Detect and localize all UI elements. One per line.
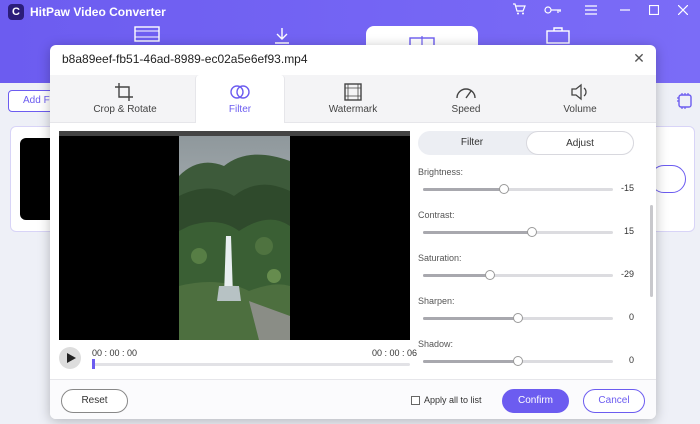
- tab-crop-rotate[interactable]: Crop & Rotate: [80, 75, 170, 123]
- adjust-sharpen: Sharpen: 0: [418, 292, 640, 332]
- video-frame: [179, 136, 290, 340]
- tab-label: Watermark: [328, 104, 378, 115]
- slider-fill: [423, 231, 532, 234]
- slider-fill: [423, 274, 490, 277]
- maximize-icon[interactable]: [641, 2, 667, 20]
- edit-dialog: b8a89eef-fb51-46ad-8989-ec02a5e6ef93.mp4…: [50, 45, 656, 419]
- segment-adjust[interactable]: Adjust: [526, 131, 634, 155]
- tab-volume[interactable]: Volume: [535, 75, 625, 123]
- dialog-footer: Reset Apply all to list Confirm Cancel: [50, 379, 656, 419]
- watermark-icon: [344, 83, 362, 101]
- adjust-value: 0: [628, 355, 634, 365]
- minimize-icon[interactable]: [612, 2, 638, 20]
- segment-filter[interactable]: Filter: [418, 131, 526, 155]
- adjust-value: -15: [620, 183, 634, 193]
- filter-adjust-switch: Filter Adjust: [418, 131, 634, 155]
- saturation-slider[interactable]: [423, 270, 613, 280]
- slider-handle[interactable]: [513, 356, 523, 366]
- tab-filter[interactable]: Filter: [195, 75, 285, 123]
- slider-handle[interactable]: [527, 227, 537, 237]
- tab-watermark[interactable]: Watermark: [308, 75, 398, 123]
- slider-handle[interactable]: [513, 313, 523, 323]
- adjust-contrast: Contrast: 15: [418, 206, 640, 246]
- adjust-value: 15: [623, 226, 634, 236]
- tab-label: Crop & Rotate: [93, 104, 157, 115]
- video-preview[interactable]: [59, 131, 410, 340]
- adjust-label: Brightness:: [418, 167, 464, 177]
- adjust-brightness: Brightness: -15: [418, 163, 640, 203]
- adjust-shadow: Shadow: 0: [418, 335, 640, 375]
- filter-icon: [230, 85, 250, 99]
- add-files-button[interactable]: Add F: [8, 90, 54, 112]
- adjust-saturation: Saturation: -29: [418, 249, 640, 289]
- current-time: 00 : 00 : 00: [92, 348, 138, 358]
- menu-icon[interactable]: [578, 2, 604, 20]
- key-icon[interactable]: [540, 2, 566, 20]
- adjust-label: Sharpen:: [418, 296, 455, 306]
- adjust-label: Contrast:: [418, 210, 455, 220]
- slider-handle[interactable]: [485, 270, 495, 280]
- tab-label: Speed: [451, 104, 481, 115]
- close-icon[interactable]: [670, 2, 696, 20]
- app-title: HitPaw Video Converter: [30, 5, 166, 19]
- reset-button[interactable]: Reset: [61, 389, 128, 413]
- slider-fill: [423, 360, 518, 363]
- dialog-close-icon[interactable]: ✕: [632, 51, 646, 65]
- adjustment-scrollbar[interactable]: [650, 205, 653, 297]
- shadow-slider[interactable]: [423, 356, 613, 366]
- timeline-track[interactable]: [92, 359, 410, 369]
- app-logo: C: [8, 4, 24, 20]
- apply-all-checkbox[interactable]: [411, 396, 420, 405]
- brightness-slider[interactable]: [423, 184, 613, 194]
- cancel-button[interactable]: Cancel: [583, 389, 645, 413]
- tab-speed[interactable]: Speed: [421, 75, 511, 123]
- speedometer-icon: [456, 88, 476, 99]
- play-button[interactable]: [59, 347, 81, 369]
- tab-label: Volume: [563, 104, 597, 115]
- slider-fill: [423, 188, 504, 191]
- slider-handle[interactable]: [499, 184, 509, 194]
- confirm-button[interactable]: Confirm: [502, 389, 569, 413]
- adjustment-list: Brightness: -15 Contrast: 15 Saturation:…: [418, 163, 640, 379]
- hardware-acceleration-icon[interactable]: [676, 92, 696, 112]
- dialog-title: b8a89eef-fb51-46ad-8989-ec02a5e6ef93.mp4: [62, 52, 308, 66]
- tab-label: Filter: [228, 104, 252, 115]
- edit-tabs: Crop & Rotate Filter Watermark Speed Vol…: [50, 75, 656, 123]
- adjust-label: Saturation:: [418, 253, 462, 263]
- adjust-label: Shadow:: [418, 339, 454, 349]
- sharpen-slider[interactable]: [423, 313, 613, 323]
- total-time: 00 : 00 : 06: [372, 348, 418, 358]
- crop-icon: [115, 83, 133, 101]
- volume-icon: [571, 83, 587, 101]
- slider-fill: [423, 317, 518, 320]
- contrast-slider[interactable]: [423, 227, 613, 237]
- adjust-value: 0: [628, 312, 634, 322]
- cart-icon[interactable]: [506, 2, 532, 20]
- timeline-playhead[interactable]: [92, 359, 95, 369]
- apply-all-label[interactable]: Apply all to list: [424, 395, 482, 405]
- adjust-value: -29: [620, 269, 634, 279]
